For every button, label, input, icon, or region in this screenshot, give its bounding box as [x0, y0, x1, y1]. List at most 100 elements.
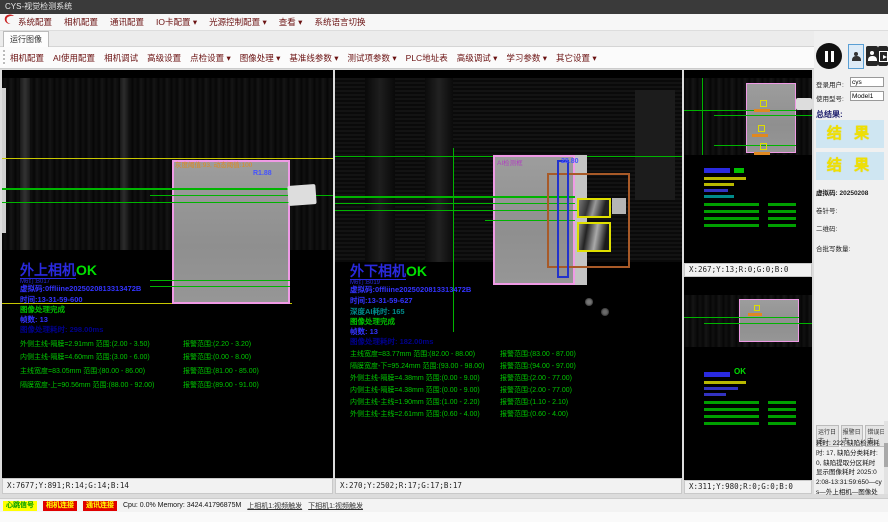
- measurement-alarm: 报警范围:(0.60 - 4.00): [500, 409, 568, 419]
- log-text: 耗时: 222, 缺陷检测耗时: 17, 缺陷分类耗时: 0, 缺陷提取分区耗时…: [816, 439, 882, 507]
- qr-code-label: 二维码:: [816, 223, 837, 233]
- mini-meas-line: [704, 203, 759, 206]
- window-titlebar[interactable]: CYS-视觉检测系统: [0, 0, 888, 14]
- total-result-label: 总结果:: [816, 109, 843, 120]
- measurement-value: 外侧主线-隔膜=2.91mm 范围:(2.00 - 3.50): [20, 341, 150, 348]
- user-login-button[interactable]: [848, 44, 864, 69]
- small-top-camera-view[interactable]: [684, 70, 812, 263]
- measurement-value: 隔膜宽度-上=90.56mm 范围:(88.00 - 92.00): [20, 382, 154, 389]
- log-scrollbar-thumb[interactable]: [884, 443, 888, 467]
- baseline: [2, 202, 290, 203]
- machine-block: [635, 90, 675, 200]
- tool-image-processing[interactable]: 图像处理 ▾: [240, 52, 281, 64]
- ai-box-label: AI检测框: [497, 157, 523, 167]
- measurement-row: 外侧主线-隔膜=4.38mm 范围:(0.00 - 9.00) 报警范围:(2.…: [350, 373, 680, 383]
- tool-advanced-settings[interactable]: 高级设置: [147, 52, 181, 64]
- measurement-row: 主线宽度=83.77mm 范围:(82.00 - 88.00) 报警范围:(83…: [350, 349, 680, 359]
- login-user-input[interactable]: [850, 77, 884, 87]
- model-label: 使用型号:: [816, 93, 844, 103]
- process-elapsed-line: 图像处理耗时: 182.00ms: [350, 336, 433, 347]
- tool-test-params[interactable]: 测试项参数 ▾: [348, 52, 397, 64]
- roi-value-mark: [748, 313, 762, 316]
- time-line: 时间:13-31-59-627: [350, 295, 413, 306]
- menu-item-camera-config[interactable]: 相机配置: [64, 16, 98, 28]
- machine-column: [365, 78, 395, 262]
- tool-advanced-debug[interactable]: 高级调试 ▾: [457, 52, 498, 64]
- probe-value-label: 28.80: [561, 158, 579, 165]
- mini-meas-line: [768, 203, 796, 206]
- mini-meas-line: [704, 217, 759, 220]
- needle-no-label: 卷针号:: [816, 205, 837, 215]
- pause-button[interactable]: [816, 43, 842, 69]
- mini-text-line: [704, 387, 738, 390]
- tab-connector: [796, 98, 812, 110]
- model-input[interactable]: [850, 91, 884, 101]
- bottom-camera-trigger-link[interactable]: 下相机1:视频触发: [308, 501, 363, 511]
- operator-icon: [868, 51, 877, 61]
- tab-strip: 运行图像: [0, 31, 888, 47]
- mini-meas-line: [768, 224, 796, 227]
- left-camera-view[interactable]: 灰度阈值:93, 动态阈值:100 R1.88 外上相机OK M6灯:B017 …: [2, 70, 333, 478]
- tool-camera-debug[interactable]: 相机调试: [104, 52, 138, 64]
- menu-item-language-switch[interactable]: 系统语言切换: [314, 16, 365, 28]
- machine-highlight: [612, 198, 626, 214]
- window-title: CYS-视觉检测系统: [5, 2, 72, 11]
- mini-meas-line: [704, 408, 759, 411]
- measure-roi-box: [557, 160, 569, 278]
- batch-count-label: 合批写数量:: [816, 243, 850, 253]
- exit-button[interactable]: [878, 46, 888, 66]
- menu-item-view[interactable]: 查看 ▾: [279, 16, 303, 28]
- product-region: [739, 299, 799, 342]
- measurement-alarm: 报警范围:(83.00 - 87.00): [500, 349, 576, 359]
- result-ok-badge: OK: [76, 262, 97, 278]
- measurement-value: 外侧主线-主线=2.61mm 范围:(0.60 - 4.00): [350, 411, 480, 418]
- measurement-row: 内侧主线-隔膜=4.60mm 范围:(3.00 - 6.00) 报警范围:(0.…: [20, 352, 331, 362]
- top-camera-trigger-link[interactable]: 上相机1:视频触发: [247, 501, 302, 511]
- menu-item-light-config[interactable]: 光源控制配置 ▾: [209, 16, 267, 28]
- center-camera-view[interactable]: AI检测框 28.80 外下相机OK M6灯:B019 虚拟码:0ffliine…: [335, 70, 682, 478]
- measurement-alarm: 报警范围:(2.00 - 77.00): [500, 385, 572, 395]
- small-bottom-pixel-caption: X:311;Y:980;R:0;G:0;B:0: [684, 480, 812, 494]
- mini-title-text: [704, 372, 730, 377]
- mini-meas-line: [768, 401, 796, 404]
- window-bottom-filler: [0, 512, 888, 522]
- screw-detail: [601, 308, 609, 316]
- tool-spot-check[interactable]: 点检设置 ▾: [190, 52, 231, 64]
- weld-roi-box: [760, 143, 767, 150]
- mini-text-line: [704, 183, 734, 186]
- tool-other-settings[interactable]: 其它设置 ▾: [556, 52, 597, 64]
- measurement-row: 隔膜宽度-下=95.24mm 范围:(93.00 - 98.00) 报警范围:(…: [350, 361, 680, 371]
- machine-column: [20, 78, 30, 250]
- mini-text-line: [704, 195, 734, 198]
- menu-item-comm-config[interactable]: 通讯配置: [110, 16, 144, 28]
- mini-meas-line: [768, 210, 796, 213]
- measurement-value: 主线宽度=83.05mm 范围:(80.00 - 86.00): [20, 368, 145, 375]
- menu-item-system-config[interactable]: 系统配置: [18, 16, 52, 28]
- measurement-value: 隔膜宽度-下=95.24mm 范围:(93.00 - 98.00): [350, 363, 484, 370]
- pause-icon: [825, 51, 828, 62]
- small-top-pixel-caption: X:267;Y:13;R:0;G:0;B:0: [684, 263, 812, 277]
- baseline: [684, 317, 799, 318]
- mini-meas-line: [768, 422, 796, 425]
- measurement-row: 外侧主线-主线=2.61mm 范围:(0.60 - 4.00) 报警范围:(0.…: [350, 409, 680, 419]
- app-window: CYS-视觉检测系统 系统配置 相机配置 通讯配置 IO卡配置 ▾ 光源控制配置…: [0, 0, 888, 522]
- small-bottom-camera-view[interactable]: OK: [684, 277, 812, 480]
- baseline: [150, 280, 290, 281]
- process-elapsed-line: 图像处理耗时: 298.00ms: [20, 324, 103, 335]
- tool-ai-use-config[interactable]: AI使用配置: [53, 52, 95, 64]
- toolbar: 相机配置 AI使用配置 相机调试 高级设置 点检设置 ▾ 图像处理 ▾ 基准线参…: [0, 47, 888, 69]
- right-control-panel: 登录用户: 使用型号: 总结果: 结 果 结 果 虚拟码: 20250208 卷…: [814, 31, 888, 494]
- tool-baseline-params[interactable]: 基准线参数 ▾: [289, 52, 338, 64]
- weld-roi-box: [760, 100, 767, 107]
- mini-meas-line: [704, 210, 759, 213]
- measurement-value: 主线宽度=83.77mm 范围:(82.00 - 88.00): [350, 351, 475, 358]
- tab-run-image[interactable]: 运行图像: [3, 31, 49, 47]
- pause-icon: [831, 51, 834, 62]
- menu-item-io-config[interactable]: IO卡配置 ▾: [156, 16, 197, 28]
- product-code-line: 虚拟码: 20250208: [816, 187, 868, 197]
- operator-button[interactable]: [866, 46, 878, 66]
- calibration-line-top: [2, 158, 333, 159]
- tool-learn-params[interactable]: 学习参数 ▾: [506, 52, 547, 64]
- tool-plc-address[interactable]: PLC地址表: [406, 52, 448, 64]
- tool-camera-config[interactable]: 相机配置: [10, 52, 44, 64]
